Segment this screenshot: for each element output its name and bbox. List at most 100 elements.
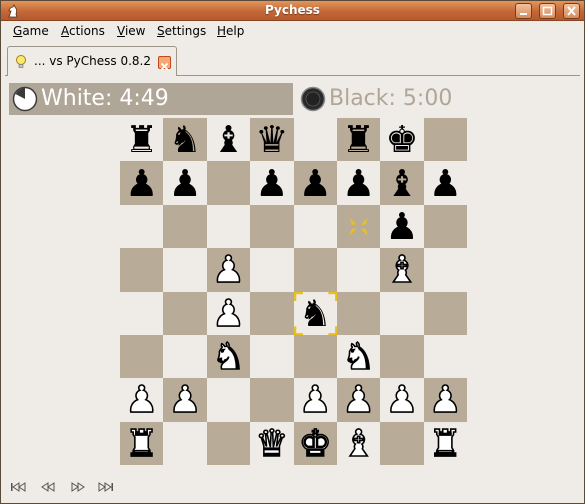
square-a5[interactable]: [120, 248, 164, 292]
square-f5[interactable]: [336, 248, 381, 292]
white-pawn-piece[interactable]: ♟: [124, 381, 159, 420]
white-knight-piece[interactable]: ♞: [341, 337, 376, 376]
square-c8[interactable]: ♝: [206, 118, 251, 162]
square-e6[interactable]: [293, 204, 337, 249]
black-pawn-piece[interactable]: ♟: [125, 165, 158, 202]
square-f3[interactable]: ♞: [336, 334, 381, 379]
next-move-icon[interactable]: [67, 479, 87, 495]
square-g2[interactable]: ♟: [380, 378, 424, 422]
square-g6[interactable]: ♟: [380, 204, 424, 249]
square-f2[interactable]: ♟: [336, 378, 381, 422]
square-e5[interactable]: [293, 248, 337, 292]
square-d5[interactable]: [250, 248, 294, 292]
square-g1[interactable]: [380, 421, 424, 466]
black-pawn-piece[interactable]: ♟: [342, 165, 375, 202]
square-b4[interactable]: [163, 291, 207, 335]
square-e2[interactable]: ♟: [293, 378, 337, 422]
last-move-icon[interactable]: [95, 479, 115, 495]
tab-game[interactable]: ... vs PyChess 0.8.2: [7, 46, 177, 76]
menu-help[interactable]: Help: [217, 24, 244, 38]
menu-settings[interactable]: Settings: [157, 24, 206, 38]
square-a6[interactable]: [120, 204, 164, 249]
white-rook-piece[interactable]: ♜: [124, 424, 159, 463]
white-bishop-piece[interactable]: ♝: [385, 251, 420, 290]
white-knight-piece[interactable]: ♞: [211, 337, 246, 376]
maximize-button[interactable]: [539, 3, 556, 19]
square-g7[interactable]: ♝: [380, 161, 424, 205]
square-e7[interactable]: ♟: [293, 161, 337, 205]
square-b5[interactable]: [163, 248, 207, 292]
black-knight-piece[interactable]: ♞: [168, 121, 201, 158]
square-h2[interactable]: ♟: [423, 378, 468, 422]
black-pawn-piece[interactable]: ♟: [168, 165, 201, 202]
square-a4[interactable]: [120, 291, 164, 335]
white-bishop-piece[interactable]: ♝: [341, 424, 376, 463]
square-a8[interactable]: ♜: [120, 118, 164, 162]
square-g5[interactable]: ♝: [380, 248, 424, 292]
square-c7[interactable]: [206, 161, 251, 205]
previous-move-icon[interactable]: [39, 479, 59, 495]
white-pawn-piece[interactable]: ♟: [298, 381, 333, 420]
square-b8[interactable]: ♞: [163, 118, 207, 162]
square-d3[interactable]: [250, 334, 294, 379]
square-g8[interactable]: ♚: [380, 118, 424, 162]
first-move-icon[interactable]: [9, 479, 29, 495]
square-h1[interactable]: ♜: [423, 421, 468, 466]
square-d8[interactable]: ♛: [250, 118, 294, 162]
square-b7[interactable]: ♟: [163, 161, 207, 205]
square-e4[interactable]: ♞: [293, 291, 337, 335]
square-d4[interactable]: [250, 291, 294, 335]
square-d6[interactable]: [250, 204, 294, 249]
square-h4[interactable]: [423, 291, 468, 335]
square-c2[interactable]: [206, 378, 251, 422]
square-e1[interactable]: ♚: [293, 421, 337, 466]
square-f8[interactable]: ♜: [336, 118, 381, 162]
square-f7[interactable]: ♟: [336, 161, 381, 205]
title-bar[interactable]: Pychess: [1, 1, 584, 21]
square-h8[interactable]: [423, 118, 468, 162]
square-c6[interactable]: [206, 204, 251, 249]
square-h6[interactable]: [423, 204, 468, 249]
black-queen-piece[interactable]: ♛: [255, 121, 288, 158]
close-button[interactable]: [563, 3, 580, 19]
square-e3[interactable]: [293, 334, 337, 379]
square-h3[interactable]: [423, 334, 468, 379]
square-d1[interactable]: ♛: [250, 421, 294, 466]
white-queen-piece[interactable]: ♛: [254, 424, 289, 463]
square-g4[interactable]: [380, 291, 424, 335]
square-h7[interactable]: ♟: [423, 161, 468, 205]
square-c5[interactable]: ♟: [206, 248, 251, 292]
menu-game[interactable]: Game: [13, 24, 49, 38]
white-rook-piece[interactable]: ♜: [428, 424, 463, 463]
square-c1[interactable]: [206, 421, 251, 466]
square-a3[interactable]: [120, 334, 164, 379]
black-king-piece[interactable]: ♚: [385, 121, 418, 158]
black-pawn-piece[interactable]: ♟: [385, 208, 418, 245]
square-a7[interactable]: ♟: [120, 161, 164, 205]
chess-board[interactable]: ♜ ♞ ♝ ♛ ♜ ♚ ♟ ♟ ♟ ♟ ♟ ♝ ♟ ♟ ♟ ♝ ♟ ♞ ♞ ♞ ♟ ♟ ♟ ♟ ♟ ♟ ♜ ♛ ♚ ♝ ♜: [120, 118, 468, 466]
white-pawn-piece[interactable]: ♟: [168, 381, 203, 420]
square-c4[interactable]: ♟: [206, 291, 251, 335]
white-king-piece[interactable]: ♚: [298, 424, 333, 463]
square-d7[interactable]: ♟: [250, 161, 294, 205]
tab-close-button[interactable]: [158, 56, 171, 71]
white-pawn-piece[interactable]: ♟: [341, 381, 376, 420]
black-bishop-piece[interactable]: ♝: [385, 165, 418, 202]
black-pawn-piece[interactable]: ♟: [429, 165, 462, 202]
white-pawn-piece[interactable]: ♟: [211, 251, 246, 290]
square-a1[interactable]: ♜: [120, 421, 164, 466]
square-g3[interactable]: [380, 334, 424, 379]
square-a2[interactable]: ♟: [120, 378, 164, 422]
black-knight-piece[interactable]: ♞: [299, 295, 332, 332]
square-e8[interactable]: [293, 118, 337, 162]
square-b6[interactable]: [163, 204, 207, 249]
square-c3[interactable]: ♞: [206, 334, 251, 379]
square-b1[interactable]: [163, 421, 207, 466]
square-b3[interactable]: [163, 334, 207, 379]
white-pawn-piece[interactable]: ♟: [211, 294, 246, 333]
black-bishop-piece[interactable]: ♝: [212, 121, 245, 158]
square-h5[interactable]: [423, 248, 468, 292]
square-f1[interactable]: ♝: [336, 421, 381, 466]
white-pawn-piece[interactable]: ♟: [428, 381, 463, 420]
menu-view[interactable]: View: [117, 24, 145, 38]
